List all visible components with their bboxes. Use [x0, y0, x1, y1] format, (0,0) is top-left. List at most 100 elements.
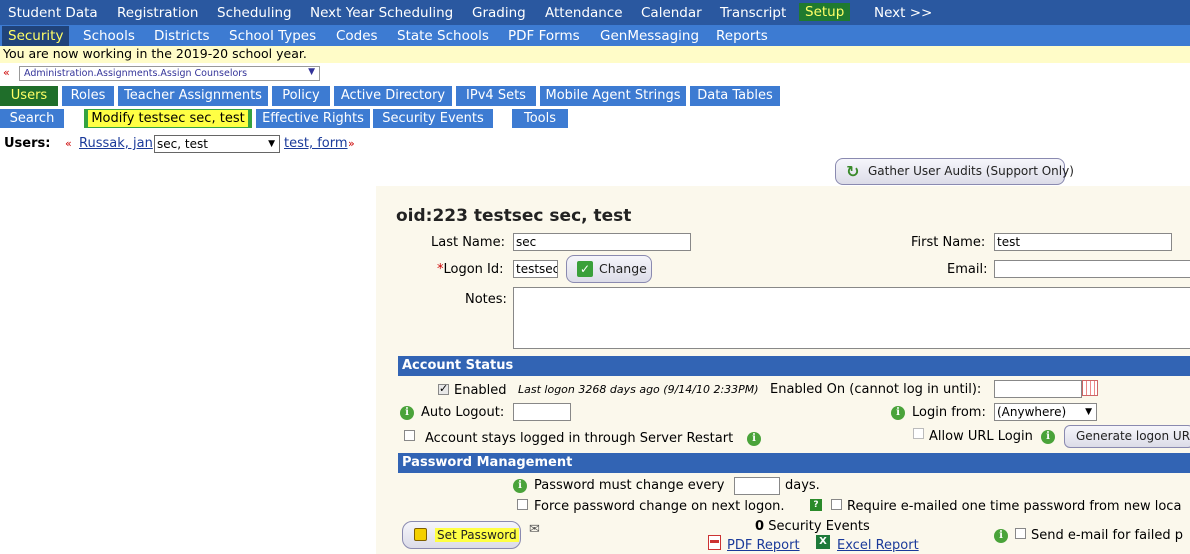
tab-active-directory[interactable]: Active Directory [334, 86, 454, 106]
nav-setup[interactable]: Setup [799, 3, 851, 21]
first-name-label: First Name: [911, 235, 986, 250]
envelope-icon[interactable]: ✉ [529, 522, 540, 537]
nav-scheduling[interactable]: Scheduling [217, 5, 292, 21]
last-name-label: Last Name: [431, 235, 505, 250]
subnav-reports[interactable]: Reports [716, 28, 768, 44]
enabled-checkbox[interactable]: ✓ [438, 382, 449, 397]
subnav-genmessaging[interactable]: GenMessaging [600, 28, 699, 44]
breadcrumb-back[interactable]: « [3, 66, 10, 79]
breadcrumb: « Administration.Assignments.Assign Coun… [0, 66, 330, 83]
tab-mobile-agent-strings[interactable]: Mobile Agent Strings [540, 86, 688, 106]
password-change-every-label: Password must change every [534, 478, 725, 493]
chevron-down-icon: ▼ [268, 139, 275, 149]
subnav-codes[interactable]: Codes [336, 28, 378, 44]
password-days-field[interactable] [734, 477, 780, 495]
force-change-checkbox[interactable] [517, 497, 528, 512]
enabled-label: Enabled [454, 383, 507, 398]
send-email-failed-label: Send e-mail for failed p [1031, 528, 1183, 543]
excel-report-link[interactable]: Excel Report [837, 538, 919, 553]
login-from-label: Login from: [912, 405, 986, 420]
login-from-select[interactable]: (Anywhere) ▼ [994, 403, 1097, 421]
nav-grading[interactable]: Grading [472, 5, 526, 21]
subnav-schools[interactable]: Schools [83, 28, 135, 44]
tab-roles[interactable]: Roles [62, 86, 116, 106]
tab-data-tables[interactable]: Data Tables [690, 86, 782, 106]
next-user-link[interactable]: test, form [284, 136, 348, 151]
subnav-pdf-forms[interactable]: PDF Forms [508, 28, 580, 44]
check-icon: ✓ [577, 261, 593, 277]
tab-users[interactable]: Users [0, 86, 60, 106]
tab-security-events[interactable]: Security Events [373, 109, 493, 128]
change-logon-button[interactable]: ✓ Change [566, 255, 652, 283]
chevron-down-icon: ▼ [308, 67, 315, 77]
security-events-count: 0 [755, 519, 765, 534]
nav-attendance[interactable]: Attendance [545, 5, 623, 21]
info-icon: i [513, 479, 527, 493]
notes-textarea[interactable] [513, 287, 1190, 349]
help-icon[interactable]: ? [810, 499, 822, 511]
user-select[interactable]: sec, test ▼ [154, 135, 280, 153]
school-year-notice: You are now working in the 2019-20 schoo… [0, 46, 1190, 63]
subnav-school-types[interactable]: School Types [229, 28, 316, 44]
stay-logged-label: Account stays logged in through Server R… [425, 431, 734, 446]
enabled-on-label: Enabled On (cannot log in until): [770, 382, 982, 397]
prev-user-arrow[interactable]: « [65, 137, 72, 150]
generate-logon-url-button[interactable]: Generate logon URL [1064, 425, 1190, 448]
subnav-security[interactable]: Security [2, 26, 70, 46]
nav-next-year-scheduling[interactable]: Next Year Scheduling [310, 5, 453, 21]
account-status-header: Account Status [398, 356, 1190, 376]
subnav-state-schools[interactable]: State Schools [397, 28, 489, 44]
pdf-icon [708, 535, 721, 550]
tab-modify-user-label: Modify testsec sec, test [88, 110, 248, 127]
tab-search[interactable]: Search [0, 109, 64, 128]
tab-policy[interactable]: Policy [272, 86, 332, 106]
info-icon: i [994, 529, 1008, 543]
notes-label: Notes: [465, 292, 507, 307]
auto-logout-label: Auto Logout: [421, 405, 505, 420]
page-select[interactable]: Administration.Assignments.Assign Counse… [19, 66, 320, 81]
chevron-down-icon: ▼ [1085, 407, 1092, 417]
subnav-districts[interactable]: Districts [154, 28, 210, 44]
require-email-checkbox[interactable] [831, 497, 842, 512]
user-select-value: sec, test [157, 137, 208, 151]
send-email-failed-checkbox[interactable] [1015, 526, 1026, 541]
email-label: Email: [947, 262, 988, 277]
info-icon: i [747, 432, 761, 446]
prev-user-link[interactable]: Russak, jan [79, 136, 153, 151]
enabled-on-date-field[interactable] [994, 380, 1082, 398]
force-change-label: Force password change on next logon. [534, 499, 785, 514]
allow-url-checkbox[interactable] [913, 426, 924, 441]
auto-logout-field[interactable] [513, 403, 571, 421]
info-icon: i [891, 406, 905, 420]
nav-student-data[interactable]: Student Data [8, 5, 98, 21]
nav-registration[interactable]: Registration [117, 5, 198, 21]
lock-icon [414, 528, 427, 541]
email-field[interactable] [994, 260, 1190, 278]
info-icon: i [1041, 430, 1055, 444]
tab-tools[interactable]: Tools [512, 109, 568, 128]
info-icon: i [400, 406, 414, 420]
stay-logged-checkbox[interactable] [404, 428, 415, 443]
first-name-field[interactable]: test [994, 233, 1172, 251]
nav-calendar[interactable]: Calendar [641, 5, 702, 21]
login-from-value: (Anywhere) [997, 405, 1067, 419]
page-title: oid:223 testsec sec, test [396, 206, 632, 226]
nav-next[interactable]: Next >> [874, 5, 932, 21]
excel-icon: X [816, 535, 830, 549]
nav-transcript[interactable]: Transcript [720, 5, 786, 21]
tab-modify-user[interactable]: Modify testsec sec, test [84, 109, 252, 128]
tab-effective-rights[interactable]: Effective Rights [256, 109, 370, 128]
logon-id-field[interactable]: testsec [513, 260, 558, 278]
next-user-arrow[interactable]: » [348, 137, 355, 150]
calendar-icon[interactable] [1082, 380, 1098, 396]
users-label: Users: [4, 136, 51, 151]
last-name-field[interactable]: sec [513, 233, 691, 251]
refresh-icon: ↻ [846, 162, 860, 181]
pdf-report-link[interactable]: PDF Report [727, 538, 800, 553]
tab-teacher-assignments[interactable]: Teacher Assignments [118, 86, 270, 106]
tab-ipv4-sets[interactable]: IPv4 Sets [456, 86, 538, 106]
gather-audits-button[interactable]: ↻ Gather User Audits (Support Only) [835, 158, 1074, 185]
allow-url-label: Allow URL Login [929, 429, 1033, 444]
set-password-button[interactable]: Set Password [402, 521, 521, 549]
set-password-label: Set Password [435, 528, 519, 542]
